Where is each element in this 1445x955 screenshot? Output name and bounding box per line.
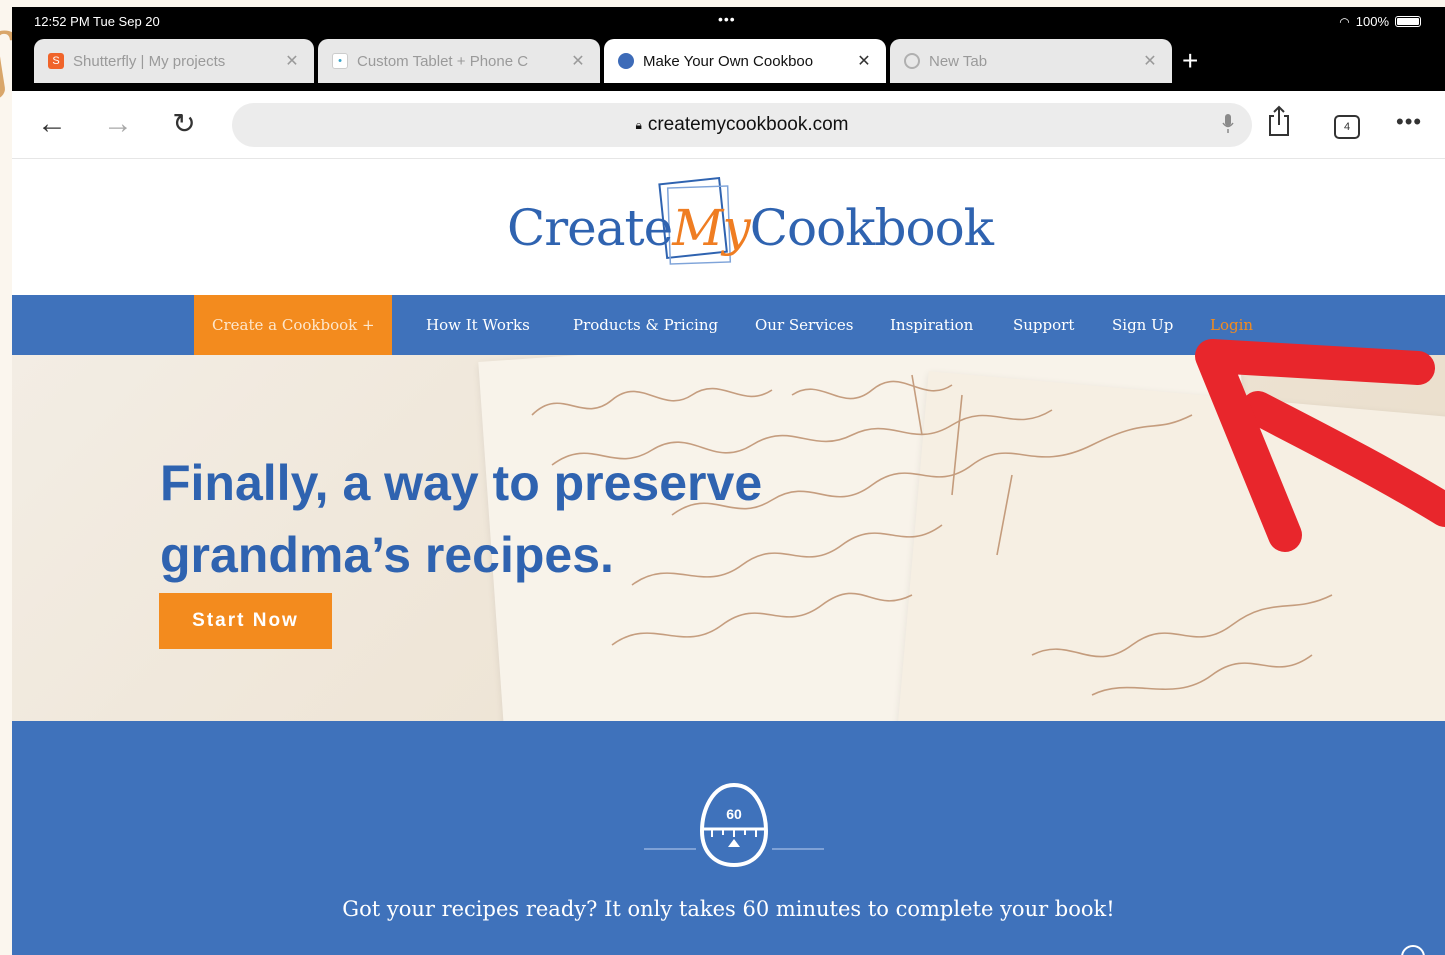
hero-title-line-2: grandma’s recipes. <box>160 527 614 583</box>
nav-support[interactable]: Support <box>1013 295 1074 355</box>
tab-title: Make Your Own Cookboo <box>643 52 814 70</box>
logo-create: Create <box>507 199 673 257</box>
createmycookbook-logo[interactable]: CreateMyCookbook <box>507 177 994 279</box>
battery-percent: 100% <box>1355 14 1389 29</box>
more-icon[interactable]: ••• <box>1396 109 1422 135</box>
nav-sign-up[interactable]: Sign Up <box>1112 295 1173 355</box>
nav-our-services[interactable]: Our Services <box>755 295 853 355</box>
multitasking-dots[interactable]: ••• <box>718 11 736 27</box>
nav-products-pricing[interactable]: Products & Pricing <box>573 295 718 355</box>
nav-how-it-works[interactable]: How It Works <box>426 295 530 355</box>
nav-inspiration[interactable]: Inspiration <box>890 295 973 355</box>
battery-icon <box>1395 16 1421 27</box>
wifi-icon: ◠ <box>1339 14 1350 29</box>
lock-icon: 🔒︎ <box>635 117 642 132</box>
address-bar: ← → ↻ 🔒︎ createmycookbook.com 4 ••• <box>12 91 1445 159</box>
plus-icon[interactable]: + <box>1182 45 1198 77</box>
reload-icon[interactable]: ↻ <box>166 107 202 140</box>
timer-label: 60 <box>726 806 742 822</box>
cookbook-favicon-icon <box>618 53 634 69</box>
tab-title: New Tab <box>929 52 988 70</box>
divider-line <box>644 848 696 850</box>
hero-title-line-1: Finally, a way to preserve <box>160 455 763 511</box>
ipad-screen: 12:52 PM Tue Sep 20 ••• ◠ 100% S Shutter… <box>12 7 1445 955</box>
timer-icon: 60 <box>699 782 769 868</box>
tab-shutterfly[interactable]: S Shutterfly | My projects ✕ <box>34 39 314 83</box>
globe-icon <box>904 53 920 69</box>
chat-icon[interactable] <box>1401 945 1425 955</box>
shutterfly-favicon-icon: S <box>48 53 64 69</box>
tab-custom-tablet[interactable]: • Custom Tablet + Phone C ✕ <box>318 39 600 83</box>
logo-text: CreateMyCookbook <box>507 199 994 257</box>
back-arrow-icon[interactable]: ← <box>34 107 70 141</box>
nav-login[interactable]: Login <box>1210 295 1253 355</box>
custom-tablet-favicon-icon: • <box>332 53 348 69</box>
hero-title: Finally, a way to preserve grandma’s rec… <box>160 447 920 591</box>
hero-section: Finally, a way to preserve grandma’s rec… <box>12 355 1445 721</box>
info-band: 60 Got your recipes ready? It only takes… <box>12 721 1445 955</box>
close-icon[interactable]: ✕ <box>1142 51 1158 71</box>
share-icon[interactable] <box>1266 105 1292 137</box>
logo-cookbook: Cookbook <box>749 199 994 257</box>
site-header: CreateMyCookbook <box>12 159 1445 295</box>
tab-make-your-own-cookbook[interactable]: Make Your Own Cookboo ✕ <box>604 39 886 83</box>
main-nav: Create a Cookbook + How It Works Product… <box>12 295 1445 355</box>
status-bar: 12:52 PM Tue Sep 20 ••• ◠ 100% <box>12 7 1445 37</box>
divider-line <box>772 848 824 850</box>
tab-title: Custom Tablet + Phone C <box>357 52 529 70</box>
url-field[interactable]: 🔒︎ createmycookbook.com <box>232 103 1252 147</box>
forward-arrow-icon[interactable]: → <box>100 107 136 141</box>
tabs-icon[interactable]: 4 <box>1334 115 1360 139</box>
status-time: 12:52 PM Tue Sep 20 <box>34 14 160 29</box>
tab-title: Shutterfly | My projects <box>73 52 226 70</box>
close-icon[interactable]: ✕ <box>284 51 300 71</box>
tab-strip: S Shutterfly | My projects ✕ • Custom Ta… <box>12 37 1445 91</box>
start-now-button[interactable]: Start Now <box>159 593 332 649</box>
tab-new-tab[interactable]: New Tab ✕ <box>890 39 1172 83</box>
close-icon[interactable]: ✕ <box>856 51 872 71</box>
band-text: Got your recipes ready? It only takes 60… <box>342 897 1115 921</box>
url-text: createmycookbook.com <box>647 114 849 135</box>
microphone-icon[interactable] <box>1222 114 1234 134</box>
nav-create-a-cookbook[interactable]: Create a Cookbook + <box>194 295 392 355</box>
battery-status: ◠ 100% <box>1339 14 1421 29</box>
close-icon[interactable]: ✕ <box>570 51 586 71</box>
logo-my: My <box>672 199 750 257</box>
